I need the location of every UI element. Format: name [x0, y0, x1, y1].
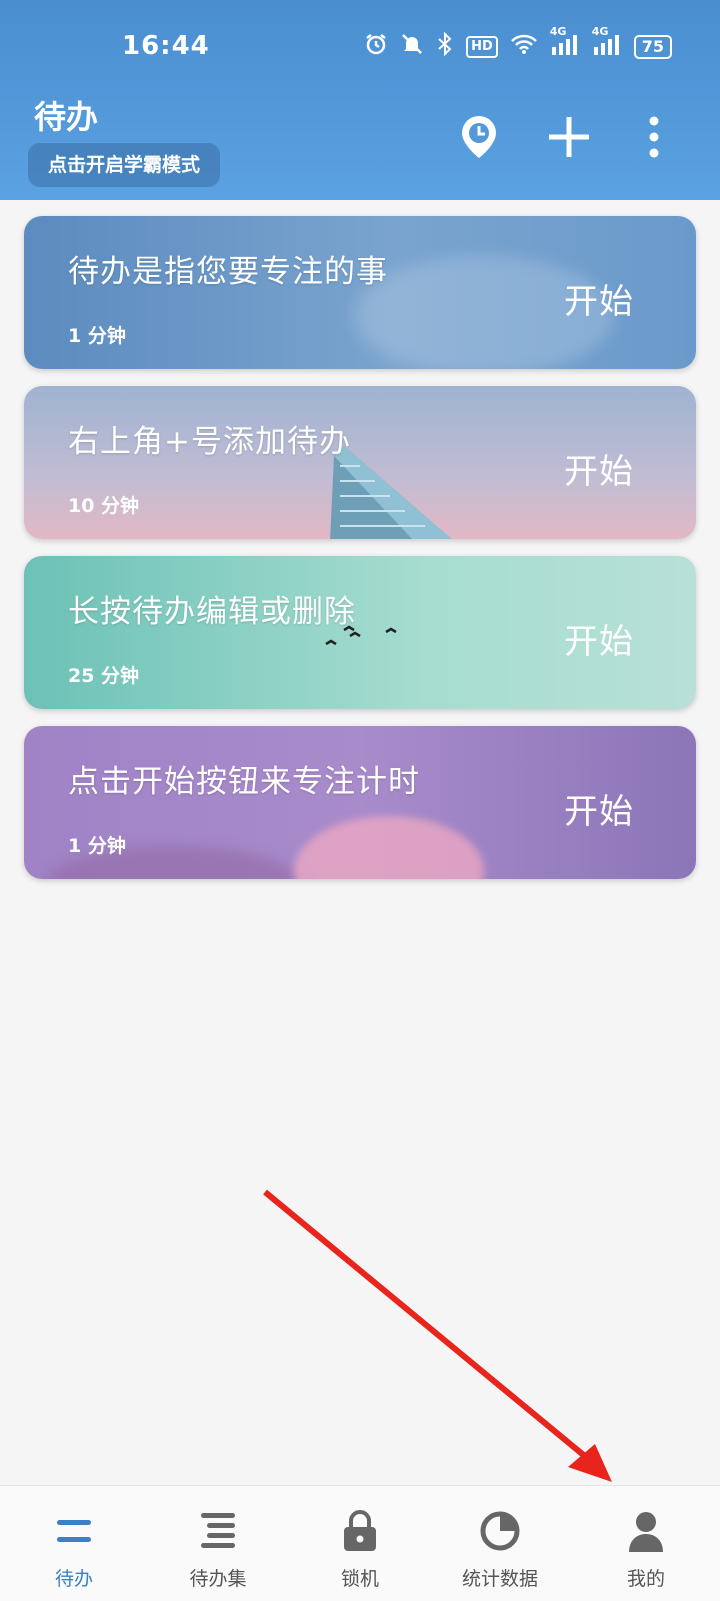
todo-set-icon	[193, 1506, 243, 1556]
tab-lock[interactable]: 锁机	[288, 1486, 432, 1601]
annotation-arrow	[263, 1189, 612, 1482]
tab-todo-set[interactable]: 待办集	[146, 1486, 290, 1601]
pie-chart-icon	[475, 1506, 525, 1556]
lock-icon	[335, 1506, 385, 1556]
tab-label: 我的	[626, 1568, 665, 1590]
tab-mine[interactable]: 我的	[574, 1486, 718, 1601]
tab-label: 待办	[54, 1568, 93, 1590]
bottom-nav: 待办 待办集 锁机 统计数据 我的	[0, 1485, 720, 1601]
tab-label: 待办集	[189, 1568, 247, 1590]
tab-todo[interactable]: 待办	[2, 1486, 146, 1601]
tab-label: 统计数据	[461, 1568, 538, 1590]
user-icon	[621, 1506, 671, 1556]
tab-label: 锁机	[340, 1568, 379, 1590]
todo-icon	[49, 1506, 99, 1556]
tab-statistics[interactable]: 统计数据	[428, 1486, 572, 1601]
